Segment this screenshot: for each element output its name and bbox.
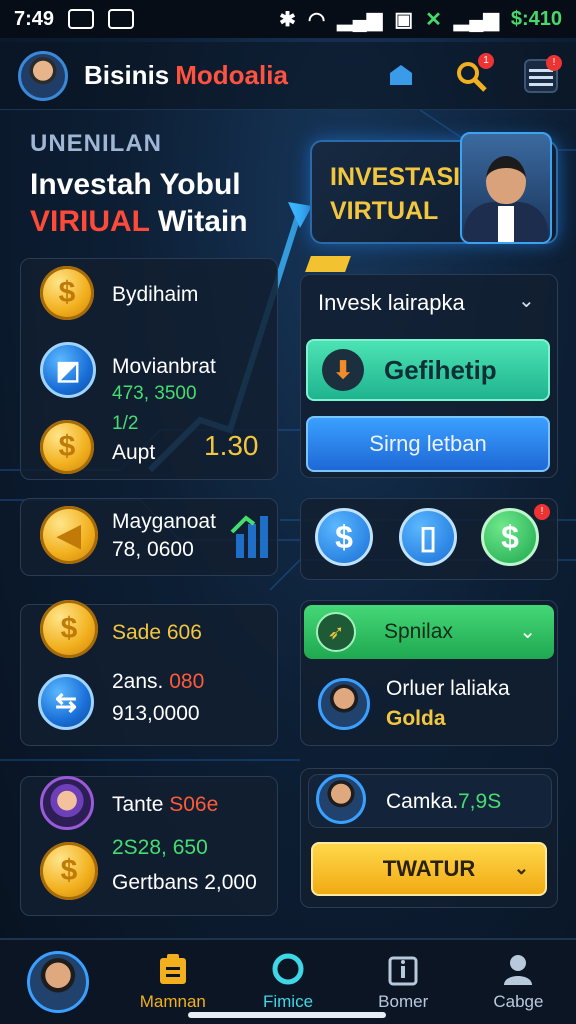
user-icon bbox=[501, 952, 535, 986]
hero-card-line1: INVESTASI bbox=[330, 163, 461, 191]
camka-label: Camka. bbox=[386, 790, 459, 813]
growth-chart-icon bbox=[230, 515, 268, 558]
signal-icon: ▂▄▆ bbox=[337, 8, 383, 31]
coin-stack-icon: ◀ bbox=[40, 506, 98, 564]
spin-header-button[interactable]: ➶ Spnilax ⌄ bbox=[304, 605, 554, 659]
status-time: 7:49 bbox=[14, 7, 55, 30]
spin-title: Spnilax bbox=[384, 620, 453, 643]
search-badge: 1 bbox=[478, 52, 494, 69]
brand-part1: Bisinis bbox=[84, 60, 170, 90]
portfolio-item-2-value: 473, 3500 bbox=[112, 383, 197, 404]
info-bag-icon bbox=[386, 952, 420, 986]
twatur-label: TWATUR bbox=[382, 856, 476, 881]
status-bar: 7:49 ✱ ◠ ▂▄▆ ▣ ✕ ▂▄▆ $:410 bbox=[0, 0, 576, 38]
balance-value: 913,0000 bbox=[112, 702, 200, 725]
nav-item-cabge[interactable]: Cabge bbox=[461, 940, 576, 1024]
nav-label-cabge: Cabge bbox=[493, 992, 544, 1011]
green-dollar-button[interactable]: $ bbox=[481, 508, 539, 566]
portfolio-item-3-value: 1.30 bbox=[204, 430, 259, 461]
balance-label-2: 2ans. 080 bbox=[112, 670, 204, 694]
search-button[interactable]: 1 bbox=[454, 52, 494, 93]
green-action-button[interactable]: ⬇ Gefihetip bbox=[306, 339, 550, 401]
brand-title: Bisinis Modoalia bbox=[84, 60, 288, 91]
signal-icon-2: ▂▄▆ bbox=[453, 8, 499, 31]
dollar-button[interactable]: $ bbox=[315, 508, 373, 566]
spin-line-2: Golda bbox=[386, 707, 446, 730]
balance-label-2-text: 2ans. bbox=[112, 670, 164, 693]
hero-card-title: INVESTASI VIRTUAL bbox=[330, 160, 460, 228]
chevron-down-icon[interactable]: ⌄ bbox=[518, 288, 535, 313]
balance-label-2-red: 080 bbox=[169, 670, 205, 693]
menu-badge: ! bbox=[546, 54, 562, 71]
spin-line-1: Orluer laliaka bbox=[386, 677, 510, 700]
virtual-investment-card[interactable]: INVESTASI VIRTUAL bbox=[310, 132, 558, 244]
rocket-icon: ➶ bbox=[316, 612, 356, 652]
camka-value: 7,9S bbox=[458, 790, 502, 813]
app-header: Bisinis Modoalia 1 ! bbox=[0, 42, 576, 110]
balance-label: Sade 606 bbox=[112, 621, 202, 644]
notification-icon bbox=[68, 9, 95, 29]
chat-icon: ◩ bbox=[40, 342, 96, 398]
summary-label: Mayganoat bbox=[112, 510, 216, 533]
app-screen: 7:49 ✱ ◠ ▂▄▆ ▣ ✕ ▂▄▆ $:410 Bisinis Modoal… bbox=[0, 0, 576, 1024]
nav-label-mamnan: Mamnan bbox=[139, 992, 206, 1011]
investment-dropdown-title[interactable]: Invesk lairapka bbox=[318, 290, 465, 316]
coin-icon-2: $ bbox=[40, 420, 94, 474]
agent-avatar bbox=[318, 678, 370, 730]
blue-action-button[interactable]: Sirng letban bbox=[306, 416, 550, 472]
clipboard-icon bbox=[156, 952, 190, 986]
hero-subtitle: VIRIUAL Witain bbox=[30, 205, 248, 239]
circle-icon bbox=[271, 952, 305, 986]
twatur-button[interactable]: TWATUR ⌄ bbox=[311, 842, 547, 896]
wallet-button[interactable] bbox=[384, 59, 418, 93]
rewards-label-red: S06e bbox=[169, 793, 219, 816]
chevron-down-icon: ⌄ bbox=[513, 858, 529, 878]
hero-subtitle-rest: Witain bbox=[157, 205, 248, 238]
portfolio-item-3-top: 1/2 bbox=[112, 413, 139, 434]
transfer-icon: ⇆ bbox=[38, 674, 94, 730]
portfolio-item-3: Aupt bbox=[112, 441, 156, 464]
nav-avatar bbox=[26, 951, 89, 1013]
nav-profile[interactable] bbox=[0, 940, 115, 1024]
coin-icon-3: $ bbox=[40, 842, 98, 900]
rewards-label-text: Tante bbox=[112, 793, 164, 816]
portfolio-item-1: Bydihaim bbox=[112, 283, 199, 306]
brand-part2: Modoalia bbox=[175, 60, 288, 90]
rewards-label: Tante S06e bbox=[112, 793, 218, 817]
user-avatar bbox=[40, 776, 94, 830]
coin-icon: $ bbox=[40, 266, 94, 320]
profile-avatar[interactable] bbox=[18, 50, 68, 101]
wallet-icon bbox=[390, 64, 412, 85]
accent-tag bbox=[305, 256, 351, 272]
advisor-photo bbox=[460, 132, 552, 244]
wifi-icon: ◠ bbox=[307, 8, 326, 31]
hero-title: Investah Yobul bbox=[30, 168, 241, 201]
summary-value: 78, 0600 bbox=[112, 538, 194, 561]
rewards-green-value: 2S28, 650 bbox=[112, 836, 208, 859]
coins-icon: $ bbox=[40, 600, 98, 658]
portfolio-item-2: Movianbrat bbox=[112, 355, 216, 378]
rewards-value: Gertbans 2,000 bbox=[112, 871, 257, 894]
bluetooth-icon: ✱ bbox=[279, 8, 296, 31]
data-icon: ✕ bbox=[425, 8, 442, 31]
nav-label-bomer: Bomer bbox=[378, 992, 429, 1011]
download-icon: ⬇ bbox=[322, 349, 364, 391]
nav-label-fimice: Fimice bbox=[262, 992, 314, 1011]
menu-button[interactable]: ! bbox=[524, 54, 562, 93]
chevron-down-icon: ⌄ bbox=[519, 621, 536, 643]
message-icon bbox=[108, 9, 135, 29]
hero-card-line2: VIRTUAL bbox=[330, 197, 439, 225]
home-indicator[interactable] bbox=[188, 1012, 386, 1018]
sim-icon: ▣ bbox=[394, 8, 414, 31]
green-action-label: Gefihetip bbox=[384, 354, 497, 385]
balance-text: $:410 bbox=[510, 7, 562, 30]
card-button[interactable]: ▯ bbox=[399, 508, 457, 566]
hero-kicker: UNENILAN bbox=[30, 130, 162, 157]
green-dollar-badge: ! bbox=[534, 504, 550, 520]
manager-avatar bbox=[316, 774, 366, 824]
hero-subtitle-red: VIRIUAL bbox=[30, 205, 150, 238]
